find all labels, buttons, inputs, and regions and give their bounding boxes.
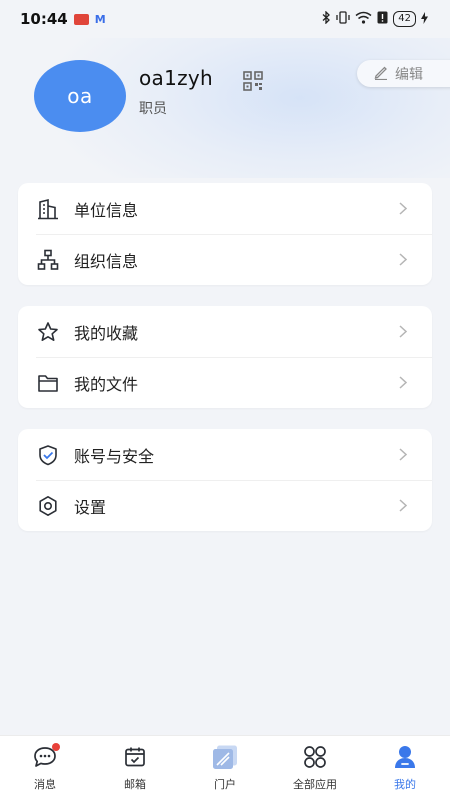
battery-indicator: 42 <box>393 11 416 27</box>
edit-label: 编辑 <box>395 66 423 83</box>
chat-bubble-icon <box>31 743 60 770</box>
chevron-right-icon <box>396 325 410 338</box>
bluetooth-icon <box>322 10 331 27</box>
menu-item-label: 我的文件 <box>74 374 139 394</box>
menu-item-label: 账号与安全 <box>74 446 155 466</box>
gear-icon <box>36 494 60 518</box>
menu-card-personal: 我的收藏 我的文件 <box>18 306 432 408</box>
edit-profile-button[interactable]: 编辑 <box>357 60 450 87</box>
user-icon <box>391 744 419 770</box>
qr-code-icon[interactable] <box>243 71 263 91</box>
tab-mine[interactable]: 我的 <box>360 736 450 800</box>
apps-grid-icon <box>301 744 329 770</box>
status-time: 10:44 <box>20 10 68 28</box>
portal-icon <box>211 744 239 770</box>
chevron-right-icon <box>396 448 410 461</box>
chevron-right-icon <box>396 499 410 512</box>
app-notification-icon <box>73 13 89 25</box>
tab-messages[interactable]: 消息 <box>0 736 90 800</box>
pencil-icon <box>373 64 389 84</box>
wifi-icon <box>355 11 372 27</box>
menu-item-label: 设置 <box>74 497 107 517</box>
tab-label: 邮箱 <box>124 778 146 791</box>
menu-item-label: 单位信息 <box>74 200 139 220</box>
tab-label: 门户 <box>214 778 236 791</box>
menu-item-label: 我的收藏 <box>74 323 139 343</box>
unread-badge <box>52 743 60 751</box>
chevron-right-icon <box>396 376 410 389</box>
calendar-check-icon <box>121 744 149 770</box>
status-bar: 10:44 M 42 <box>0 0 450 38</box>
menu-item-settings[interactable]: 设置 <box>18 480 432 531</box>
menu-item-account-security[interactable]: 账号与安全 <box>18 429 432 480</box>
menu-item-unit-info[interactable]: 单位信息 <box>18 183 432 234</box>
chevron-right-icon <box>396 202 410 215</box>
building-icon <box>36 197 60 221</box>
tab-label: 全部应用 <box>293 778 337 791</box>
tab-portal[interactable]: 门户 <box>180 736 270 800</box>
star-icon <box>36 320 60 344</box>
menu-item-favorites[interactable]: 我的收藏 <box>18 306 432 357</box>
menu-item-label: 组织信息 <box>74 251 139 271</box>
avatar[interactable]: oa <box>34 60 126 132</box>
tab-label: 消息 <box>34 778 56 791</box>
avatar-text: oa <box>67 84 93 108</box>
username: oa1zyh <box>139 66 214 90</box>
chevron-right-icon <box>396 253 410 266</box>
bottom-tab-bar: 消息 邮箱 门户 全部应用 我的 <box>0 735 450 800</box>
shield-check-icon <box>36 443 60 467</box>
menu-item-my-files[interactable]: 我的文件 <box>18 357 432 408</box>
menu-card-account: 账号与安全 设置 <box>18 429 432 531</box>
org-chart-icon <box>36 248 60 272</box>
menu-item-org-info[interactable]: 组织信息 <box>18 234 432 285</box>
charging-icon <box>421 11 428 27</box>
vibrate-icon <box>336 11 350 27</box>
alert-icon <box>377 11 388 27</box>
user-role: 职员 <box>139 101 167 117</box>
mail-notification-icon: M <box>94 12 106 26</box>
menu-card-organization: 单位信息 组织信息 <box>18 183 432 285</box>
tab-mailbox[interactable]: 邮箱 <box>90 736 180 800</box>
folder-icon <box>36 371 60 395</box>
tab-all-apps[interactable]: 全部应用 <box>270 736 360 800</box>
tab-label: 我的 <box>394 778 416 791</box>
